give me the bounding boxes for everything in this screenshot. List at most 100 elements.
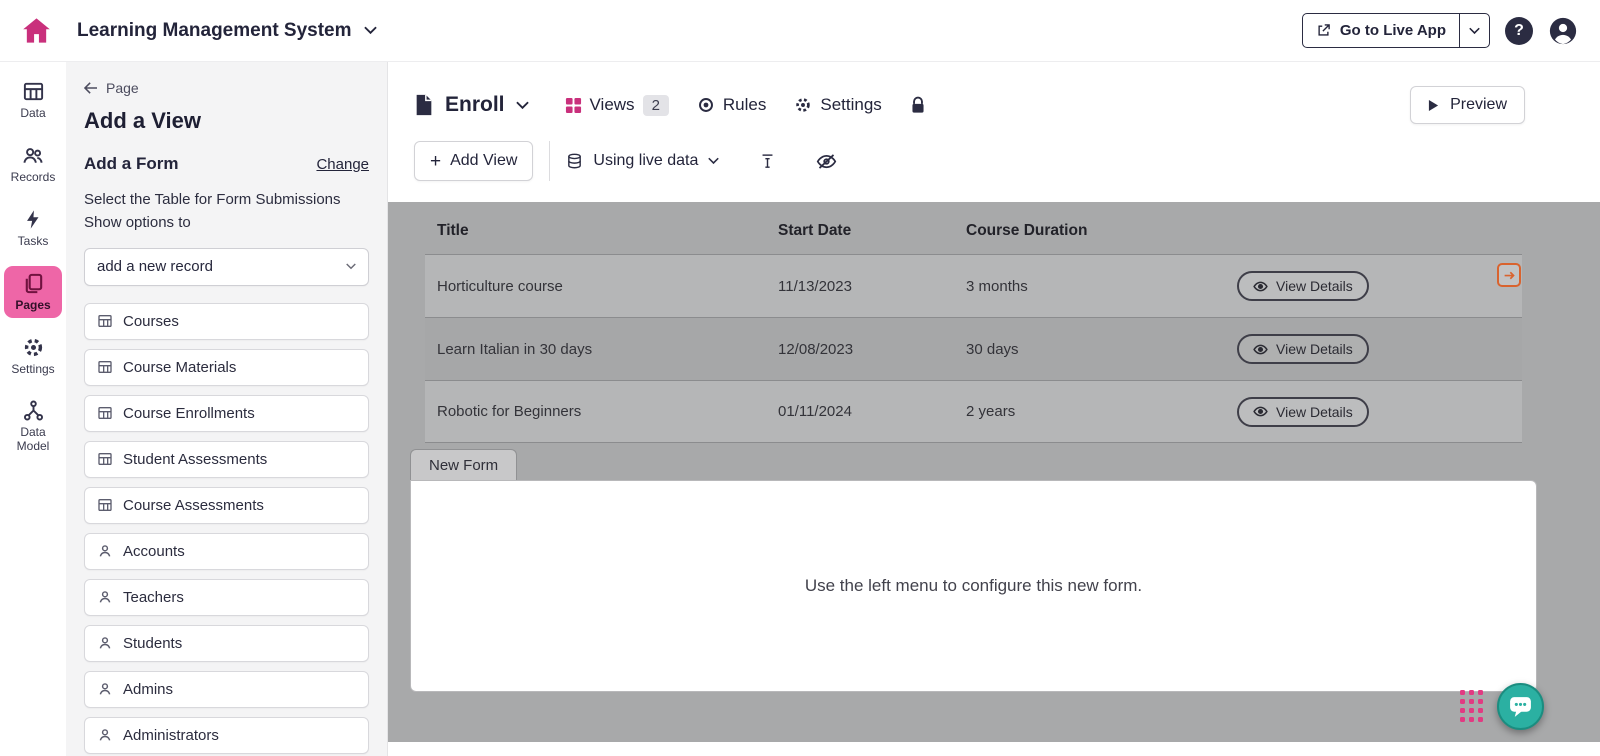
- using-live-data-dropdown[interactable]: Using live data: [566, 152, 719, 170]
- sidebar-item-data[interactable]: Data: [4, 74, 62, 126]
- sidebar-item-settings[interactable]: Settings: [4, 330, 62, 382]
- new-form-tab[interactable]: New Form: [410, 449, 517, 480]
- table-option-admins[interactable]: Admins: [84, 671, 369, 708]
- app-title: Learning Management System: [77, 20, 352, 42]
- view-details-button[interactable]: View Details: [1237, 334, 1369, 364]
- table-row[interactable]: Horticulture course 11/13/2023 3 months …: [425, 254, 1522, 317]
- table-icon: [97, 451, 113, 467]
- sidebar-item-tasks[interactable]: Tasks: [4, 202, 62, 254]
- live-app-dropdown-toggle[interactable]: [1459, 14, 1489, 47]
- settings-icon: [22, 336, 45, 359]
- caret-down-icon: [708, 157, 719, 165]
- new-form-section: New Form Use the left menu to configure …: [410, 449, 1537, 692]
- cell-title: Robotic for Beginners: [437, 403, 778, 420]
- user-avatar[interactable]: [1548, 16, 1578, 46]
- page-name: Enroll: [445, 93, 505, 117]
- sidebar-item-records[interactable]: Records: [4, 138, 62, 190]
- caret-down-icon: [346, 263, 356, 270]
- live-data-icon: [566, 152, 583, 170]
- visibility-toggle-icon: [816, 153, 837, 170]
- cell-duration: 3 months: [966, 278, 1237, 295]
- cell-duration: 2 years: [966, 403, 1237, 420]
- view-details-button[interactable]: View Details: [1237, 397, 1369, 427]
- sidebar-item-data-model[interactable]: Data Model: [4, 394, 62, 459]
- view-details-label: View Details: [1276, 278, 1353, 294]
- preview-button[interactable]: Preview: [1410, 86, 1525, 124]
- rail-label: Data Model: [4, 426, 62, 454]
- add-view-sidebar: Page Add a View Add a Form Change Select…: [66, 62, 388, 756]
- table-option-course-enrollments[interactable]: Course Enrollments: [84, 395, 369, 432]
- external-link-icon: [1316, 23, 1331, 38]
- page-document-icon: [414, 94, 434, 116]
- table-option-label: Courses: [123, 313, 179, 330]
- person-icon: [97, 543, 113, 559]
- drag-dots-icon[interactable]: [1460, 690, 1483, 722]
- person-icon: [97, 635, 113, 651]
- table-option-course-materials[interactable]: Course Materials: [84, 349, 369, 386]
- settings-gear-icon: [794, 96, 812, 114]
- table-option-course-assessments[interactable]: Course Assessments: [84, 487, 369, 524]
- person-icon: [97, 681, 113, 697]
- person-icon: [97, 727, 113, 743]
- app-switcher[interactable]: Learning Management System: [77, 20, 377, 42]
- table-icon: [97, 497, 113, 513]
- tab-rules-label: Rules: [723, 95, 766, 115]
- back-arrow-icon: [84, 82, 98, 94]
- table-option-label: Course Assessments: [123, 497, 264, 514]
- table-option-accounts[interactable]: Accounts: [84, 533, 369, 570]
- chat-icon: [1508, 695, 1533, 718]
- page-toolbar: Enroll Views 2 Rules Settings: [388, 62, 1600, 202]
- page-chevron-icon[interactable]: [516, 101, 529, 110]
- change-link[interactable]: Change: [316, 156, 369, 173]
- helper-line-1: Select the Table for Form Submissions: [84, 188, 369, 211]
- help-button[interactable]: ?: [1505, 17, 1533, 45]
- tasks-icon: [22, 208, 44, 231]
- top-header: Learning Management System Go to Live Ap…: [0, 0, 1600, 62]
- go-to-live-app-button[interactable]: Go to Live App: [1302, 13, 1490, 48]
- table-option-label: Course Enrollments: [123, 405, 255, 422]
- visibility-toggle[interactable]: [816, 153, 837, 170]
- table-option-label: Student Assessments: [123, 451, 267, 468]
- tab-views[interactable]: Views 2: [565, 95, 669, 116]
- eye-icon: [1253, 406, 1268, 417]
- tab-settings[interactable]: Settings: [794, 95, 881, 115]
- table-option-student-assessments[interactable]: Student Assessments: [84, 441, 369, 478]
- new-form-message: Use the left menu to configure this new …: [805, 576, 1142, 596]
- chevron-down-icon: [364, 26, 377, 35]
- cell-title: Horticulture course: [437, 278, 778, 295]
- table-option-label: Accounts: [123, 543, 185, 560]
- back-link-label: Page: [106, 80, 139, 96]
- cell-start-date: 11/13/2023: [778, 278, 966, 295]
- caret-down-icon: [1469, 27, 1480, 35]
- table-option-label: Admins: [123, 681, 173, 698]
- tab-rules[interactable]: Rules: [697, 95, 766, 115]
- table-row[interactable]: Robotic for Beginners 01/11/2024 2 years…: [425, 380, 1522, 443]
- page-editor-main: Enroll Views 2 Rules Settings: [388, 62, 1600, 756]
- sidebar-item-pages[interactable]: Pages: [4, 266, 62, 318]
- eye-icon: [1253, 344, 1268, 355]
- back-to-page-link[interactable]: Page: [84, 80, 369, 96]
- records-icon: [21, 144, 45, 167]
- chat-launcher-button[interactable]: [1497, 683, 1544, 730]
- home-button[interactable]: [22, 17, 51, 44]
- table-option-teachers[interactable]: Teachers: [84, 579, 369, 616]
- add-view-button[interactable]: + Add View: [414, 141, 533, 181]
- open-record-arrow[interactable]: [1497, 263, 1521, 287]
- home-icon: [22, 17, 51, 44]
- record-option-select[interactable]: add a new record: [84, 248, 369, 286]
- view-details-button[interactable]: View Details: [1237, 271, 1369, 301]
- page-permissions-lock[interactable]: [910, 96, 926, 115]
- table-option-students[interactable]: Students: [84, 625, 369, 662]
- table-option-label: Teachers: [123, 589, 184, 606]
- table-row[interactable]: Learn Italian in 30 days 12/08/2023 30 d…: [425, 317, 1522, 380]
- table-option-label: Course Materials: [123, 359, 236, 376]
- table-option-courses[interactable]: Courses: [84, 303, 369, 340]
- plus-icon: +: [430, 152, 441, 171]
- toolbar-divider: [549, 141, 550, 181]
- view-details-label: View Details: [1276, 404, 1353, 420]
- text-cursor-tool[interactable]: [759, 152, 776, 171]
- view-details-label: View Details: [1276, 341, 1353, 357]
- table-option-administrators[interactable]: Administrators: [84, 717, 369, 754]
- tab-views-label: Views: [590, 95, 635, 115]
- record-option-value: add a new record: [97, 258, 213, 275]
